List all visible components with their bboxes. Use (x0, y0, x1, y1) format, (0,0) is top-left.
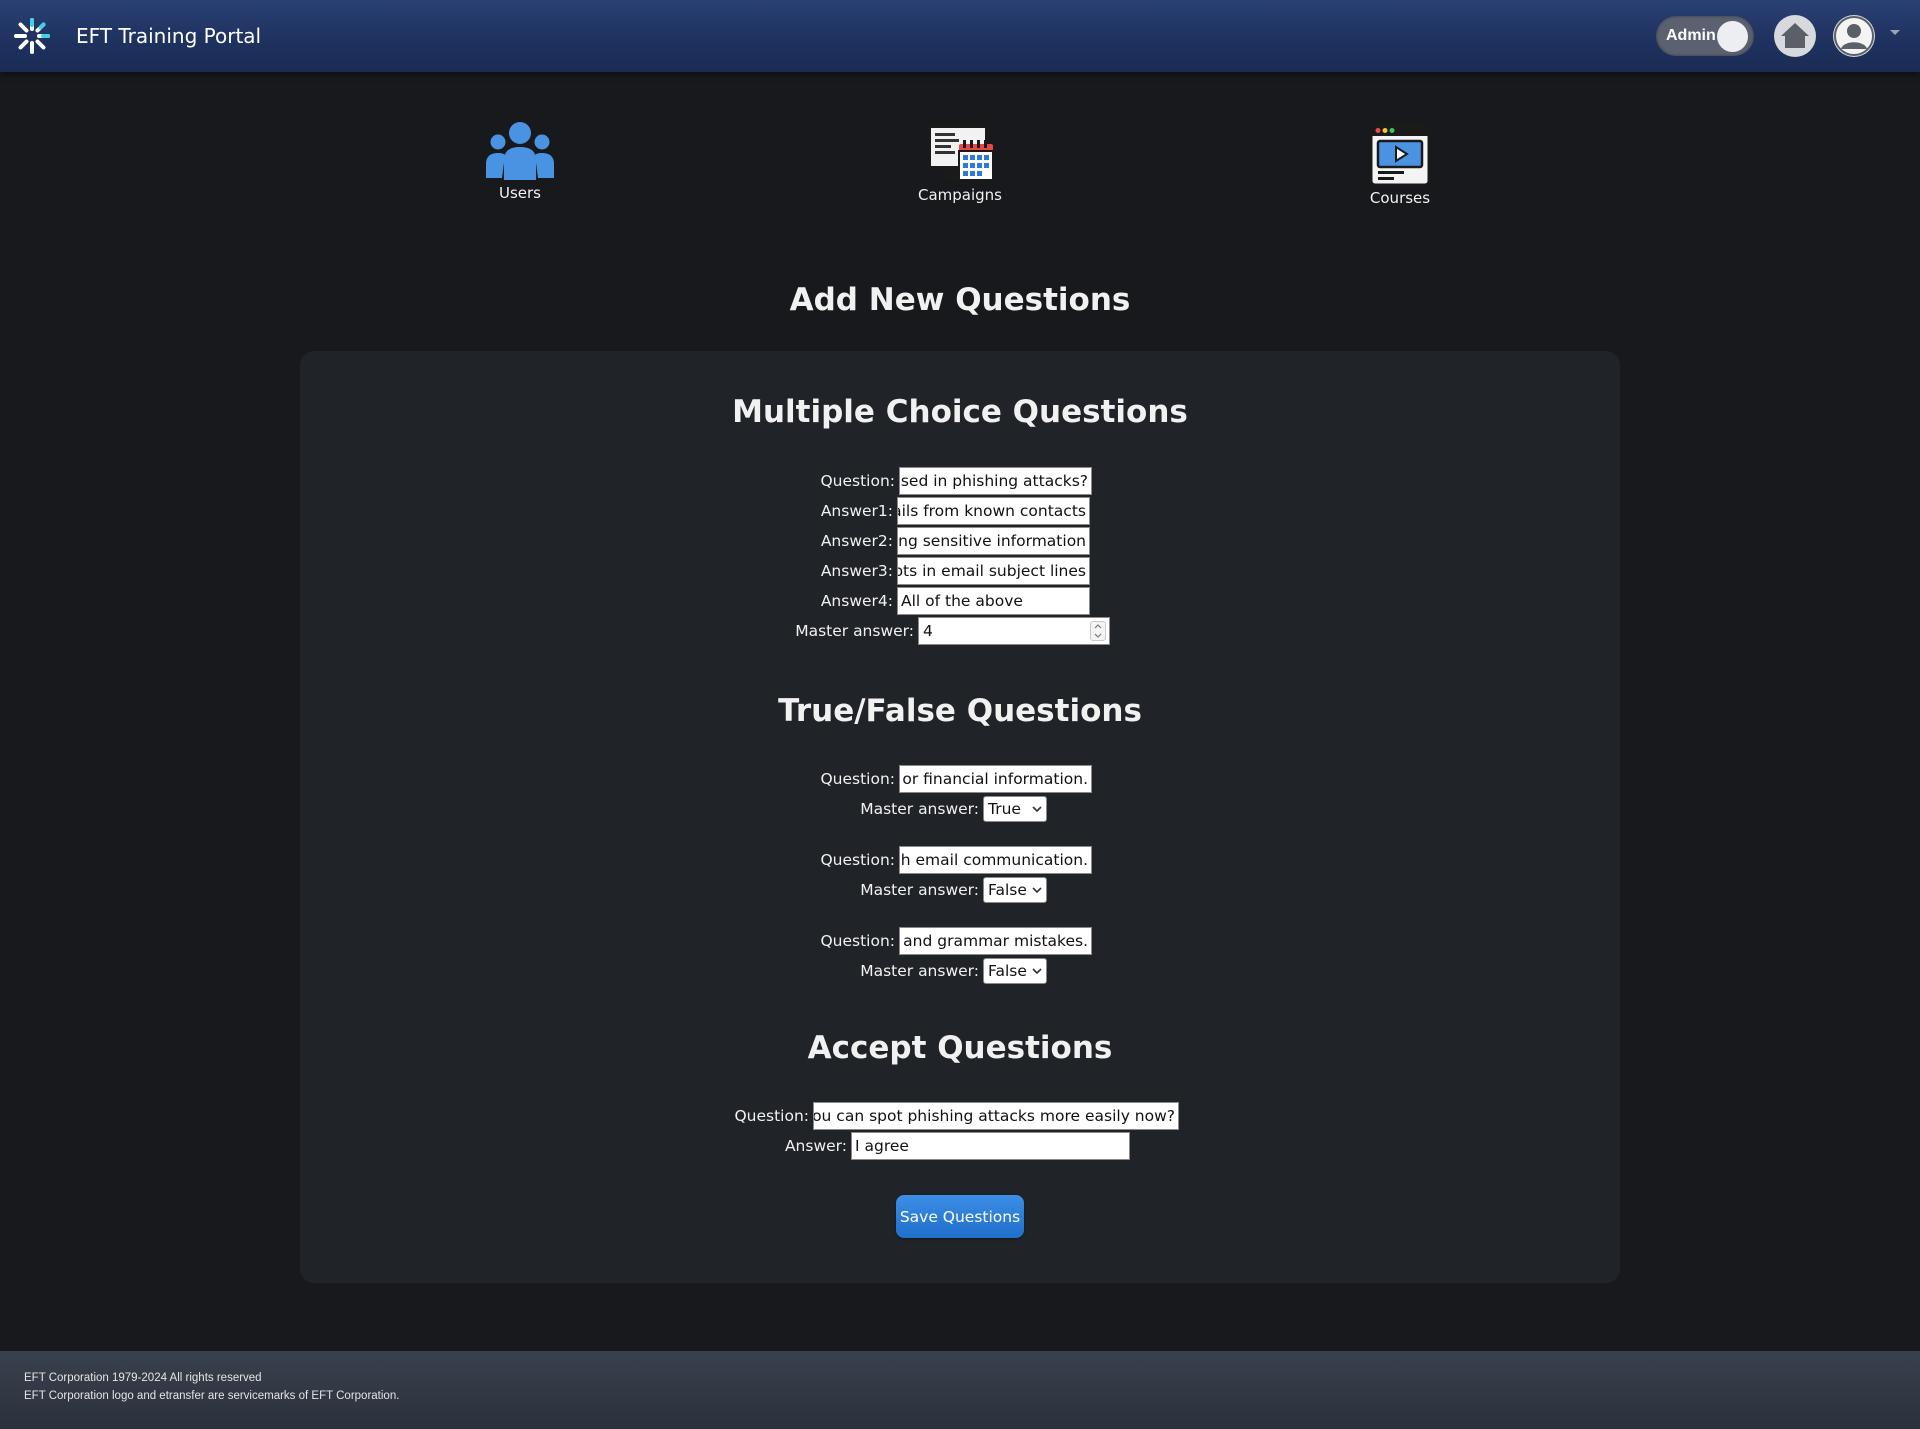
mc-answer3-input[interactable]: mpts in email subject lines (897, 557, 1090, 585)
mc-master-number-input[interactable]: 4 (918, 617, 1110, 645)
mc-answer1-value: mails from known contacts (897, 502, 1086, 520)
nav-campaigns[interactable]: Campaigns (900, 122, 1020, 204)
tf-question-label-2: Question: (820, 851, 895, 869)
number-stepper[interactable] (1090, 621, 1106, 641)
tf-master-label-2: Master answer: (860, 881, 979, 899)
accept-question-label: Question: (734, 1107, 809, 1125)
tf-master-label-1: Master answer: (860, 800, 979, 818)
user-avatar-button[interactable] (1833, 15, 1875, 57)
footer-servicemarks: EFT Corporation logo and etransfer are s… (24, 1390, 400, 1402)
chevron-down-icon (1094, 633, 1102, 638)
mc-question-input[interactable]: e used in phishing attacks? (899, 467, 1092, 495)
mc-answer3-row: Answer3: mpts in email subject lines (0, 557, 1920, 585)
tf-section-title: True/False Questions (778, 693, 1142, 729)
accept-question-value: ink you can spot phishing attacks more e… (813, 1107, 1175, 1125)
top-navbar: EFT Training Portal Admin (0, 0, 1920, 72)
tf-question-value-3: ng and grammar mistakes. (899, 932, 1088, 950)
tf-master-select-3[interactable]: False (983, 958, 1047, 984)
tf-question-value-1: al or financial information. (899, 770, 1088, 788)
accept-answer-row: Answer: I agree (0, 1132, 1920, 1160)
save-questions-button[interactable]: Save Questions (896, 1195, 1024, 1238)
toggle-knob (1717, 21, 1748, 52)
tf-question-label-1: Question: (820, 770, 895, 788)
footer: EFT Corporation 1979-2024 All rights res… (0, 1351, 1920, 1429)
mc-answer4-label: Answer4: (820, 592, 893, 610)
accept-section-title: Accept Questions (807, 1030, 1113, 1066)
home-icon (1781, 23, 1809, 48)
tf-question-label-3: Question: (820, 932, 895, 950)
tf-master-select-1[interactable]: True (983, 796, 1047, 822)
mc-master-label: Master answer: (795, 622, 914, 640)
mc-answer2-row: Answer2: osing sensitive information (0, 527, 1920, 555)
chevron-down-icon (1032, 968, 1042, 974)
campaigns-calendar-monitor-icon (927, 124, 994, 181)
mc-answer1-input[interactable]: mails from known contacts (897, 497, 1090, 525)
nav-campaigns-label: Campaigns (917, 186, 1002, 204)
tf-master-row-2: Master answer: False (0, 876, 1920, 904)
nav-courses[interactable]: Courses (1350, 123, 1450, 207)
tf-master-value-1: True (988, 800, 1021, 818)
nav-courses-label: Courses (1369, 189, 1431, 207)
chevron-down-icon (1032, 887, 1042, 893)
caret-down-icon[interactable] (1890, 30, 1900, 35)
mc-master-row: Master answer: 4 (0, 617, 1920, 645)
mc-answer2-value: osing sensitive information (897, 532, 1086, 550)
courses-video-player-icon (1369, 123, 1431, 187)
mc-answer4-value: All of the above (901, 592, 1023, 610)
mc-question-row: Question: e used in phishing attacks? (0, 467, 1920, 495)
tf-question-input-1[interactable]: al or financial information. (899, 765, 1092, 793)
tf-question-value-2: ugh email communication. (899, 851, 1088, 869)
nav-users-label: Users (498, 184, 541, 202)
accept-question-input[interactable]: ink you can spot phishing attacks more e… (813, 1102, 1179, 1130)
mc-question-label: Question: (820, 472, 895, 490)
footer-copyright: EFT Corporation 1979-2024 All rights res… (24, 1372, 262, 1384)
nav-users[interactable]: Users (470, 120, 570, 202)
mc-answer2-input[interactable]: osing sensitive information (897, 527, 1090, 555)
mc-section-title: Multiple Choice Questions (732, 394, 1188, 430)
admin-mode-toggle[interactable]: Admin (1656, 16, 1754, 56)
tf-master-value-3: False (988, 962, 1027, 980)
tf-master-value-2: False (988, 881, 1027, 899)
eft-spark-logo-icon[interactable] (12, 16, 52, 56)
user-avatar-icon (1834, 16, 1874, 56)
mc-master-value: 4 (923, 622, 933, 640)
users-group-icon (486, 122, 554, 180)
mc-answer3-label: Answer3: (820, 562, 893, 580)
tf-master-row-3: Master answer: False (0, 957, 1920, 985)
home-button[interactable] (1774, 15, 1816, 57)
mc-answer2-label: Answer2: (820, 532, 893, 550)
accept-answer-value: I agree (855, 1137, 909, 1155)
brand-title[interactable]: EFT Training Portal (76, 24, 261, 48)
mc-answer1-row: Answer1: mails from known contacts (0, 497, 1920, 525)
mc-answer4-input[interactable]: All of the above (897, 587, 1090, 615)
page-title: Add New Questions (789, 282, 1131, 318)
admin-toggle-label: Admin (1666, 27, 1716, 44)
tf-question-row-1: Question: al or financial information. (0, 765, 1920, 793)
tf-question-row-2: Question: ugh email communication. (0, 846, 1920, 874)
chevron-up-icon (1094, 624, 1102, 629)
tf-question-input-3[interactable]: ng and grammar mistakes. (899, 927, 1092, 955)
chevron-down-icon (1032, 806, 1042, 812)
accept-answer-label: Answer: (784, 1137, 847, 1155)
mc-answer1-label: Answer1: (820, 502, 893, 520)
accept-question-row: Question: ink you can spot phishing atta… (0, 1102, 1920, 1130)
tf-question-row-3: Question: ng and grammar mistakes. (0, 927, 1920, 955)
tf-question-input-2[interactable]: ugh email communication. (899, 846, 1092, 874)
mc-answer3-value: mpts in email subject lines (897, 562, 1086, 580)
tf-master-select-2[interactable]: False (983, 877, 1047, 903)
tf-master-label-3: Master answer: (860, 962, 979, 980)
tf-master-row-1: Master answer: True (0, 795, 1920, 823)
accept-answer-input[interactable]: I agree (851, 1132, 1130, 1160)
mc-answer4-row: Answer4: All of the above (0, 587, 1920, 615)
mc-question-value: e used in phishing attacks? (900, 472, 1088, 490)
